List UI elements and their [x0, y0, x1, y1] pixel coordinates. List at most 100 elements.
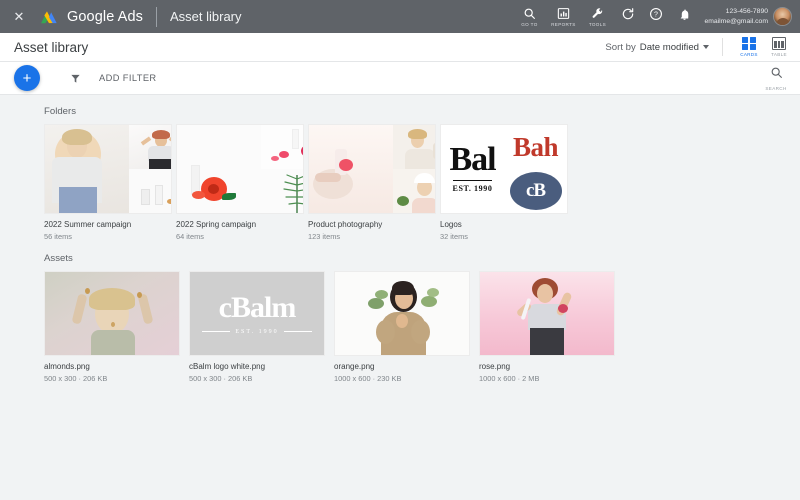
- folders-grid: 2022 Summer campaign 56 items: [44, 124, 800, 241]
- title-bar-controls: Sort by Date modified CARDS TABLE: [605, 37, 794, 58]
- thumbnail-image: [480, 272, 614, 355]
- avatar[interactable]: [773, 7, 792, 26]
- view-toggle-table-label: TABLE: [771, 52, 787, 57]
- cbalm-logo-subtext: EST. 1990: [202, 329, 311, 335]
- asset-name: almonds.png: [44, 362, 180, 372]
- brand-title: Google Ads: [67, 9, 143, 25]
- asset-card[interactable]: cBalm EST. 1990 cBalm logo white.png 500…: [189, 271, 325, 383]
- assets-section-title: Assets: [44, 253, 800, 264]
- search-icon: [770, 66, 783, 84]
- filter-bar: + ADD FILTER SEARCH: [0, 62, 800, 95]
- account-info[interactable]: 123-456-7890 emailme@gmail.com: [704, 7, 768, 26]
- header-actions: GO TO REPORTS TOOLS: [512, 0, 792, 33]
- asset-name: rose.png: [479, 362, 615, 372]
- logo-cb-text: cB: [510, 172, 562, 210]
- thumbnail-image: Bah cB: [504, 125, 567, 213]
- thumbnail-image: [45, 125, 129, 213]
- view-toggle-cards-label: CARDS: [740, 52, 758, 57]
- refresh-icon: [621, 7, 635, 26]
- page-title: Asset library: [14, 40, 88, 55]
- folder-name: Logos: [440, 220, 568, 230]
- search-button-label: SEARCH: [765, 86, 786, 91]
- thumbnail-image: [261, 125, 303, 213]
- header-notifications-button[interactable]: [670, 0, 698, 33]
- page-title-bar: Asset library Sort by Date modified CARD…: [0, 33, 800, 62]
- bell-icon: [678, 8, 691, 26]
- thumbnail-image: [335, 272, 469, 355]
- asset-card[interactable]: orange.png 1000 x 600 · 230 KB: [334, 271, 470, 383]
- logo-est-text: EST. 1990: [453, 180, 493, 193]
- toolbar-divider: [722, 38, 723, 56]
- asset-card[interactable]: rose.png 1000 x 600 · 2 MB: [479, 271, 615, 383]
- thumbnail-image: Bal EST. 1990: [441, 125, 504, 213]
- view-toggle-table[interactable]: TABLE: [764, 37, 794, 57]
- asset-meta: 500 x 300 · 206 KB: [189, 374, 325, 383]
- folder-count: 56 items: [44, 232, 172, 241]
- folder-count: 32 items: [440, 232, 568, 241]
- sort-by-label: Sort by: [605, 42, 635, 53]
- folder-name: Product photography: [308, 220, 436, 230]
- asset-thumbnail: [334, 271, 470, 356]
- cbalm-logo-text: cBalm: [219, 293, 296, 323]
- asset-meta: 1000 x 600 · 230 KB: [334, 374, 470, 383]
- header-tools-button[interactable]: TOOLS: [580, 0, 614, 33]
- close-icon[interactable]: ✕: [10, 8, 28, 26]
- asset-thumbnail: [44, 271, 180, 356]
- asset-thumbnail: [479, 271, 615, 356]
- header-goto-button[interactable]: GO TO: [512, 0, 546, 33]
- asset-thumbnail: cBalm EST. 1990: [189, 271, 325, 356]
- thumbnail-image: [309, 125, 393, 213]
- chevron-down-icon: [703, 45, 709, 49]
- header-divider: [156, 7, 157, 27]
- header-refresh-button[interactable]: [614, 0, 642, 33]
- help-icon: ?: [649, 7, 663, 26]
- account-email: emailme@gmail.com: [704, 17, 768, 27]
- sort-by-value: Date modified: [640, 42, 699, 53]
- folder-thumbnail: [308, 124, 436, 214]
- folder-thumbnail: Bal EST. 1990 Bah cB: [440, 124, 568, 214]
- content-area: Folders: [0, 95, 800, 383]
- logo-bal-text: Bal: [449, 145, 495, 175]
- header-help-button[interactable]: ?: [642, 0, 670, 33]
- folder-name: 2022 Spring campaign: [176, 220, 304, 230]
- header-context-label: Asset library: [170, 9, 242, 24]
- header-reports-label: REPORTS: [551, 22, 576, 27]
- cards-view-icon: [742, 37, 756, 51]
- thumbnail-image: cBalm EST. 1990: [190, 272, 324, 355]
- sort-by-select[interactable]: Date modified: [640, 42, 709, 53]
- thumbnail-image: [45, 272, 179, 355]
- thumbnail-image: [393, 125, 435, 213]
- logo-bah-text: Bah: [513, 134, 558, 160]
- asset-card[interactable]: almonds.png 500 x 300 · 206 KB: [44, 271, 180, 383]
- add-asset-button[interactable]: +: [14, 65, 40, 91]
- asset-name: orange.png: [334, 362, 470, 372]
- table-view-icon: [772, 37, 786, 50]
- reports-icon: [557, 6, 570, 21]
- folder-card[interactable]: Product photography 123 items: [308, 124, 436, 241]
- search-button[interactable]: SEARCH: [758, 66, 794, 91]
- folder-thumbnail: [176, 124, 304, 214]
- filter-icon[interactable]: [70, 73, 81, 84]
- header-goto-label: GO TO: [521, 22, 537, 27]
- search-icon: [523, 6, 536, 21]
- asset-name: cBalm logo white.png: [189, 362, 325, 372]
- folder-card[interactable]: 2022 Spring campaign 64 items: [176, 124, 304, 241]
- thumbnail-image: [129, 125, 171, 213]
- header-reports-button[interactable]: REPORTS: [546, 0, 580, 33]
- folder-thumbnail: [44, 124, 172, 214]
- folders-section-title: Folders: [44, 106, 800, 117]
- add-filter-button[interactable]: ADD FILTER: [99, 73, 157, 83]
- thumbnail-image: [177, 125, 261, 213]
- tools-icon: [591, 6, 604, 21]
- folder-card[interactable]: Bal EST. 1990 Bah cB Logos 32 items: [440, 124, 568, 241]
- view-toggle-cards[interactable]: CARDS: [734, 37, 764, 58]
- header-tools-label: TOOLS: [589, 22, 606, 27]
- svg-text:?: ?: [654, 12, 658, 19]
- folder-card[interactable]: 2022 Summer campaign 56 items: [44, 124, 172, 241]
- google-ads-logo-icon: [39, 7, 59, 27]
- top-header-bar: ✕ Google Ads Asset library GO TO: [0, 0, 800, 33]
- asset-meta: 1000 x 600 · 2 MB: [479, 374, 615, 383]
- asset-meta: 500 x 300 · 206 KB: [44, 374, 180, 383]
- account-phone: 123-456-7890: [726, 7, 768, 17]
- folder-name: 2022 Summer campaign: [44, 220, 172, 230]
